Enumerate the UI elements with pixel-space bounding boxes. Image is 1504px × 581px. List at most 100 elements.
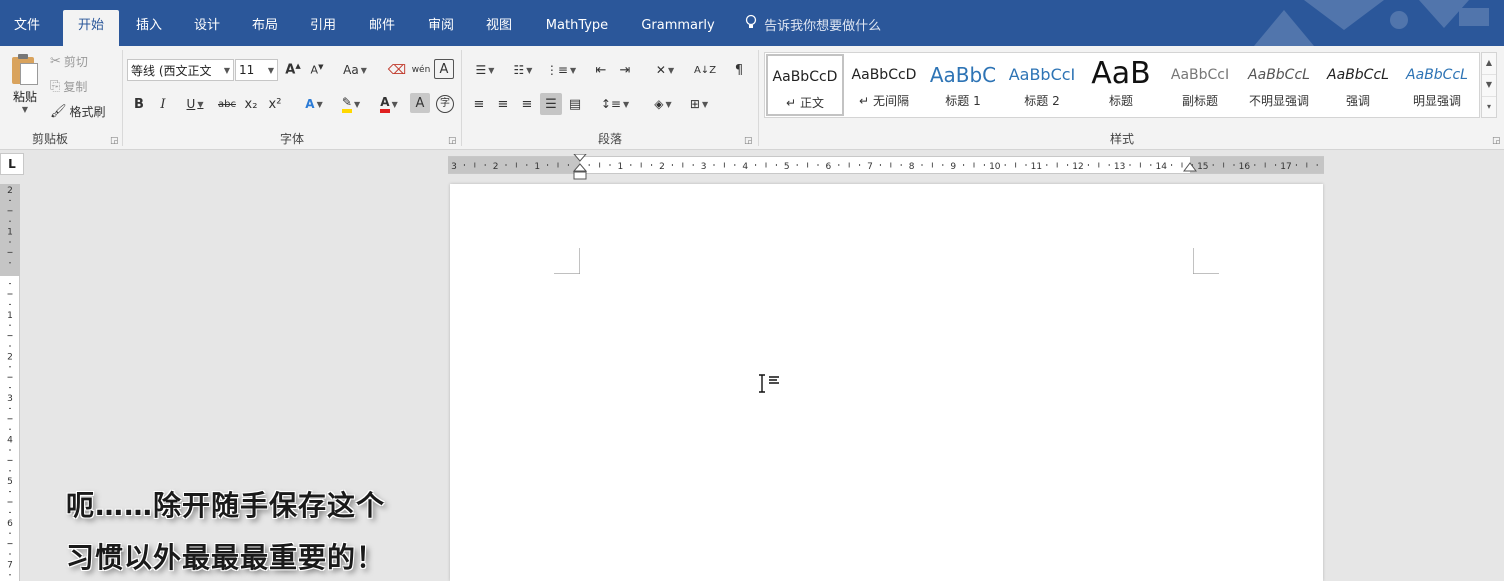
format-painter-button[interactable]: 🖌 格式刷	[50, 100, 106, 122]
crop-mark-top-left	[554, 248, 580, 274]
bold-button[interactable]: B	[128, 93, 150, 115]
clipboard-launcher-icon[interactable]: ◲	[110, 136, 119, 146]
font-name-select[interactable]: 等线 (西文正文 ▼	[127, 59, 234, 81]
style-subtle-emphasis[interactable]: AaBbCcL 不明显强调	[1240, 54, 1318, 116]
justify-button[interactable]: ☰	[540, 93, 562, 115]
distributed-button[interactable]: ▤	[564, 93, 586, 115]
ruler-number: 3	[701, 162, 707, 172]
subtitle-caption-line-1: 呃……除开随手保存这个	[66, 489, 386, 522]
style-subtitle[interactable]: AaBbCcI 副标题	[1161, 54, 1239, 116]
right-indent-marker-icon[interactable]	[1182, 161, 1198, 177]
tab-grammarly[interactable]: Grammarly	[632, 10, 724, 46]
paragraph-launcher-icon[interactable]: ◲	[744, 136, 753, 146]
borders-button[interactable]: ⊞ ▼	[682, 93, 716, 115]
subscript-button[interactable]: x₂	[240, 93, 262, 115]
multilevel-list-button[interactable]: ⋮≡ ▼	[544, 59, 578, 81]
asian-layout-button[interactable]: ✕ ▼	[648, 59, 682, 81]
change-case-button[interactable]: Aa ▼	[338, 59, 372, 81]
highlight-color-button[interactable]: ✎ ▼	[334, 93, 368, 115]
gallery-more-icon[interactable]: ▾	[1482, 97, 1496, 119]
style-heading-1[interactable]: AaBbC 标题 1	[924, 54, 1002, 116]
italic-button[interactable]: I	[152, 93, 174, 115]
styles-gallery: AaBbCcD ↵ 正文 AaBbCcD ↵ 无间隔 AaBbC 标题 1 Aa…	[764, 52, 1480, 118]
enclose-characters-button[interactable]: 字	[434, 93, 456, 115]
tab-view[interactable]: 视图	[474, 10, 524, 46]
clear-formatting-button[interactable]: ⌫	[386, 59, 408, 81]
font-size-select[interactable]: 11 ▼	[235, 59, 278, 81]
text-effects-button[interactable]: A ▼	[298, 93, 330, 115]
shading-button[interactable]: ◈ ▼	[646, 93, 680, 115]
tab-review[interactable]: 审阅	[416, 10, 466, 46]
borders-icon: ⊞	[689, 97, 700, 111]
tab-file[interactable]: 文件	[0, 10, 54, 46]
distributed-icon: ▤	[568, 96, 582, 112]
sort-icon: A↓Z	[693, 64, 717, 76]
font-color-button[interactable]: A ▼	[372, 93, 406, 115]
underline-label: U	[186, 97, 196, 111]
text-effects-icon: A	[305, 97, 315, 111]
cut-button[interactable]: ✂ 剪切	[50, 50, 88, 72]
tab-design[interactable]: 设计	[182, 10, 232, 46]
tell-me-text: 告诉我你想要做什么	[764, 19, 882, 34]
tell-me-box[interactable]: 告诉我你想要做什么	[742, 10, 881, 46]
tab-references[interactable]: 引用	[298, 10, 348, 46]
tab-insert[interactable]: 插入	[124, 10, 174, 46]
align-center-button[interactable]: ≡	[492, 93, 514, 115]
group-divider	[758, 50, 759, 146]
strikethrough-button[interactable]: abc	[214, 93, 240, 115]
font-launcher-icon[interactable]: ◲	[448, 136, 457, 146]
document-page[interactable]	[450, 184, 1323, 581]
ruler-number: 3	[7, 394, 13, 404]
highlighter-icon: ✎	[341, 95, 352, 113]
paste-label: 粘贴	[12, 90, 37, 104]
styles-launcher-icon[interactable]: ◲	[1492, 136, 1501, 146]
horizontal-ruler[interactable]: 3 2 1 1 2 3 4 5 6 7 8 9 10 11 12 13 14 15 16 17	[448, 154, 1324, 180]
line-spacing-button[interactable]: ↕≡ ▼	[598, 93, 632, 115]
style-heading-2[interactable]: AaBbCcI 标题 2	[1003, 54, 1081, 116]
grow-font-button[interactable]: A▲	[282, 59, 304, 81]
indent-marker-icon[interactable]	[572, 154, 588, 184]
phonetic-guide-button[interactable]: wén	[410, 59, 432, 81]
align-center-icon: ≡	[497, 96, 509, 112]
gallery-down-icon[interactable]: ▼	[1482, 75, 1496, 97]
format-painter-label: 格式刷	[69, 104, 106, 119]
numbering-icon: ☷	[513, 63, 525, 77]
tab-home[interactable]: 开始	[63, 10, 119, 46]
copy-button[interactable]: ⎘ 复制	[50, 75, 87, 97]
tab-mathtype[interactable]: MathType	[536, 10, 618, 46]
superscript-button[interactable]: x²	[264, 93, 286, 115]
shrink-font-button[interactable]: A▼	[306, 59, 328, 81]
decrease-indent-button[interactable]: ⇤	[590, 59, 612, 81]
bullets-button[interactable]: ☰ ▼	[468, 59, 502, 81]
ruler-number: 1	[618, 162, 624, 172]
numbering-button[interactable]: ☷ ▼	[506, 59, 540, 81]
style-intense-emphasis[interactable]: AaBbCcL 明显强调	[1398, 54, 1476, 116]
align-left-button[interactable]: ≡	[468, 93, 490, 115]
style-title[interactable]: AaB 标题	[1082, 54, 1160, 116]
tab-mailings[interactable]: 邮件	[357, 10, 407, 46]
sort-button[interactable]: A↓Z	[694, 59, 716, 81]
asian-layout-icon: ✕	[655, 63, 666, 77]
style-emphasis[interactable]: AaBbCcL 强调	[1319, 54, 1397, 116]
vertical-ruler[interactable]: 2 1 1 2 3 4 5 6 7	[0, 184, 20, 581]
paste-button[interactable]: 粘贴 ▼	[6, 52, 44, 118]
align-right-button[interactable]: ≡	[516, 93, 538, 115]
ruler-number: 10	[989, 162, 1001, 172]
tab-selector[interactable]: L	[0, 153, 24, 175]
show-marks-button[interactable]: ¶	[728, 59, 750, 81]
character-shading-button[interactable]: A	[410, 93, 430, 113]
style-no-spacing[interactable]: AaBbCcD ↵ 无间隔	[845, 54, 923, 116]
character-border-button[interactable]: A	[434, 59, 454, 79]
font-color-icon: A	[380, 95, 390, 113]
decrease-indent-icon: ⇤	[595, 62, 607, 78]
paste-icon	[10, 54, 40, 86]
ruler-number: 2	[659, 162, 665, 172]
tab-layout[interactable]: 布局	[240, 10, 290, 46]
character-border-icon: A	[439, 61, 449, 77]
eraser-icon: ⌫	[387, 62, 407, 78]
paste-dropdown-arrow[interactable]: ▼	[6, 105, 44, 114]
style-normal[interactable]: AaBbCcD ↵ 正文	[766, 54, 844, 116]
gallery-up-icon[interactable]: ▲	[1482, 53, 1496, 75]
increase-indent-button[interactable]: ⇥	[614, 59, 636, 81]
underline-button[interactable]: U ▼	[178, 93, 212, 115]
